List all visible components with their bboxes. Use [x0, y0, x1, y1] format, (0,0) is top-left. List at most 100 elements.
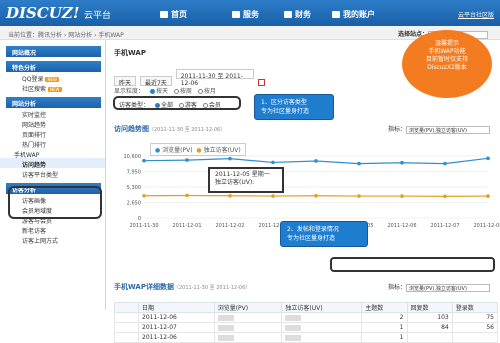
chart-legend: ● 浏览量(PV) ● 独立访客(UV)	[150, 143, 246, 156]
col-topics[interactable]: 主题数	[361, 302, 408, 313]
finance-icon	[284, 11, 292, 18]
new-badge: NEW	[45, 77, 59, 82]
data-point	[357, 194, 361, 198]
page-title: 手机WAP	[114, 49, 146, 57]
data-point	[271, 194, 275, 198]
sidebar-item-page-rank[interactable]: 页面排行	[0, 128, 105, 139]
sidebar-item-trend[interactable]: 网站趋势	[0, 118, 105, 129]
data-point	[400, 160, 404, 165]
col-logins[interactable]: 登录数	[451, 302, 499, 313]
nav-home[interactable]: 首页	[160, 9, 187, 20]
data-point	[443, 161, 447, 166]
visitor-type-filter: 访客类型： 全部 游客 会员	[113, 96, 241, 110]
gear-icon	[232, 11, 240, 18]
data-point	[314, 193, 318, 198]
trend-title: 访问趋势图（2011-11-30 至 2011-12-06）	[114, 125, 226, 133]
wap-highlight-box	[8, 186, 102, 219]
data-point	[486, 156, 490, 161]
redacted-value	[217, 334, 234, 341]
col-replies[interactable]: 回复数	[406, 302, 453, 313]
data-point	[314, 159, 318, 163]
col-uv[interactable]: 独立访客(UV)	[281, 302, 363, 313]
x-tick-label: 2011-11-30	[129, 223, 158, 229]
redacted-value	[285, 314, 302, 321]
data-point	[400, 194, 404, 198]
x-tick-label: 2011-12-06	[387, 223, 416, 229]
legend-uv-marker: ●	[196, 147, 202, 154]
calendar-icon[interactable]	[257, 79, 265, 86]
callout-posting: 2、发帖和登录情况 专为社区量身打造	[280, 221, 368, 247]
sidebar-item-hot-rank[interactable]: 热门排行	[0, 138, 105, 149]
date-range-input[interactable]: 2011-11-30 至 2011-12-06	[175, 69, 254, 87]
sidebar-item-wap-trend[interactable]: 访问趋势	[0, 158, 105, 169]
sidebar-item-wap[interactable]: 手机WAP	[0, 148, 105, 159]
y-tick-label: 2,650	[127, 201, 141, 207]
radio-member[interactable]	[202, 103, 208, 108]
user-icon	[332, 11, 340, 18]
sidebar-site-title[interactable]: 网站分析	[6, 97, 101, 108]
top-nav-bar: DISCUZ! 云平台 首页 服务 财务 我的账户 云平台社区版	[0, 0, 500, 26]
date-range-bar: 昨天 最近7天 2011-11-30 至 2011-12-06	[114, 69, 265, 87]
data-point	[228, 193, 232, 198]
data-point	[185, 158, 189, 162]
trend-indicator-select[interactable]: 指标： 浏览量(PV),独立访客(UV)	[388, 124, 490, 134]
radio-guest[interactable]	[178, 103, 184, 108]
radio-all[interactable]	[154, 103, 160, 108]
x-tick-label: 2011-12-02	[215, 223, 244, 229]
nav-services[interactable]: 服务	[232, 9, 259, 20]
data-point	[142, 158, 146, 163]
logo-suffix: 云平台	[84, 11, 112, 21]
radio-week[interactable]	[173, 89, 179, 94]
yesterday-button[interactable]: 昨天	[114, 76, 137, 87]
table-row: 2011-12-07 1 84 56	[114, 322, 499, 333]
redacted-value	[285, 334, 302, 341]
discuz-logo[interactable]: DISCUZ!	[6, 4, 79, 22]
data-point	[271, 160, 275, 165]
data-point	[443, 194, 447, 199]
y-tick-label: 10,600	[124, 154, 142, 160]
table-row: 2011-12-06 2 103 75	[114, 312, 499, 323]
y-tick-label: 7,950	[127, 170, 141, 176]
sidebar-item-wap-platform[interactable]: 访客平台类型	[0, 168, 105, 179]
chart-tooltip: 2011-12-05 星期一 独立访客(UV):	[208, 167, 284, 193]
sidebar-item-network[interactable]: 访客上网方式	[0, 234, 105, 245]
data-point	[228, 156, 232, 161]
x-tick-label: 2011-12-07	[430, 223, 459, 229]
detail-table: 日期 浏览量(PV) 独立访客(UV) 主题数 回复数 登录数 2011-12-…	[114, 302, 499, 343]
sidebar-item-new-old[interactable]: 新老访客	[0, 224, 105, 235]
radio-day[interactable]	[149, 89, 155, 94]
x-tick-label: 2011-12-08	[473, 223, 500, 229]
col-pv[interactable]: 浏览量(PV)	[213, 302, 283, 313]
table-header-row: 日期 浏览量(PV) 独立访客(UV) 主题数 回复数 登录数	[114, 302, 499, 313]
new-badge: NEW	[48, 87, 62, 92]
home-icon	[160, 11, 168, 18]
col-date[interactable]: 日期	[138, 302, 215, 313]
sidebar-item-realtime[interactable]: 实时监控	[0, 108, 105, 119]
sidebar-item-search[interactable]: 社区搜索 NEW	[0, 82, 105, 93]
sidebar: 网站概况 特色分析 QQ登录 NEW 社区搜索 NEW 网站分析 实时监控 网站趋势…	[0, 40, 106, 310]
detail-title: 手机WAP详细数据（2011-11-30 至 2011-12-06）	[114, 283, 251, 291]
forum-columns-highlight	[330, 257, 495, 272]
radio-month[interactable]	[197, 89, 203, 94]
data-point	[357, 161, 361, 166]
y-tick-label: 0	[138, 216, 141, 222]
data-point	[142, 193, 146, 198]
community-edition-link[interactable]: 云平台社区版	[458, 10, 494, 19]
sidebar-feature-title[interactable]: 特色分析	[6, 61, 101, 72]
last7-button[interactable]: 最近7天	[139, 76, 172, 87]
x-tick-label: 2011-12-01	[172, 223, 201, 229]
data-point	[185, 193, 189, 198]
nav-finance[interactable]: 财务	[284, 9, 311, 20]
sidebar-item-qq-login[interactable]: QQ登录 NEW	[0, 72, 105, 83]
tip-blob: 温馨提示 手机WAP功能 目前暂时仅支持 DiscuzX2版本	[402, 30, 492, 98]
detail-indicator-select[interactable]: 指标： 浏览量(PV),独立访客(UV)	[388, 282, 490, 292]
sidebar-overview[interactable]: 网站概况	[6, 46, 101, 57]
table-row: 2011-12-06 1	[114, 332, 499, 343]
legend-pv-marker: ●	[155, 147, 161, 154]
redacted-value	[285, 324, 302, 331]
redacted-value	[217, 314, 234, 321]
callout-visitor-type: 1、区分访客类型 专为社区量身打造	[254, 94, 334, 120]
display-granularity: 显示粒度： 按天 按周 按月	[114, 88, 216, 95]
redacted-value	[217, 324, 234, 331]
nav-account[interactable]: 我的账户	[332, 9, 375, 20]
